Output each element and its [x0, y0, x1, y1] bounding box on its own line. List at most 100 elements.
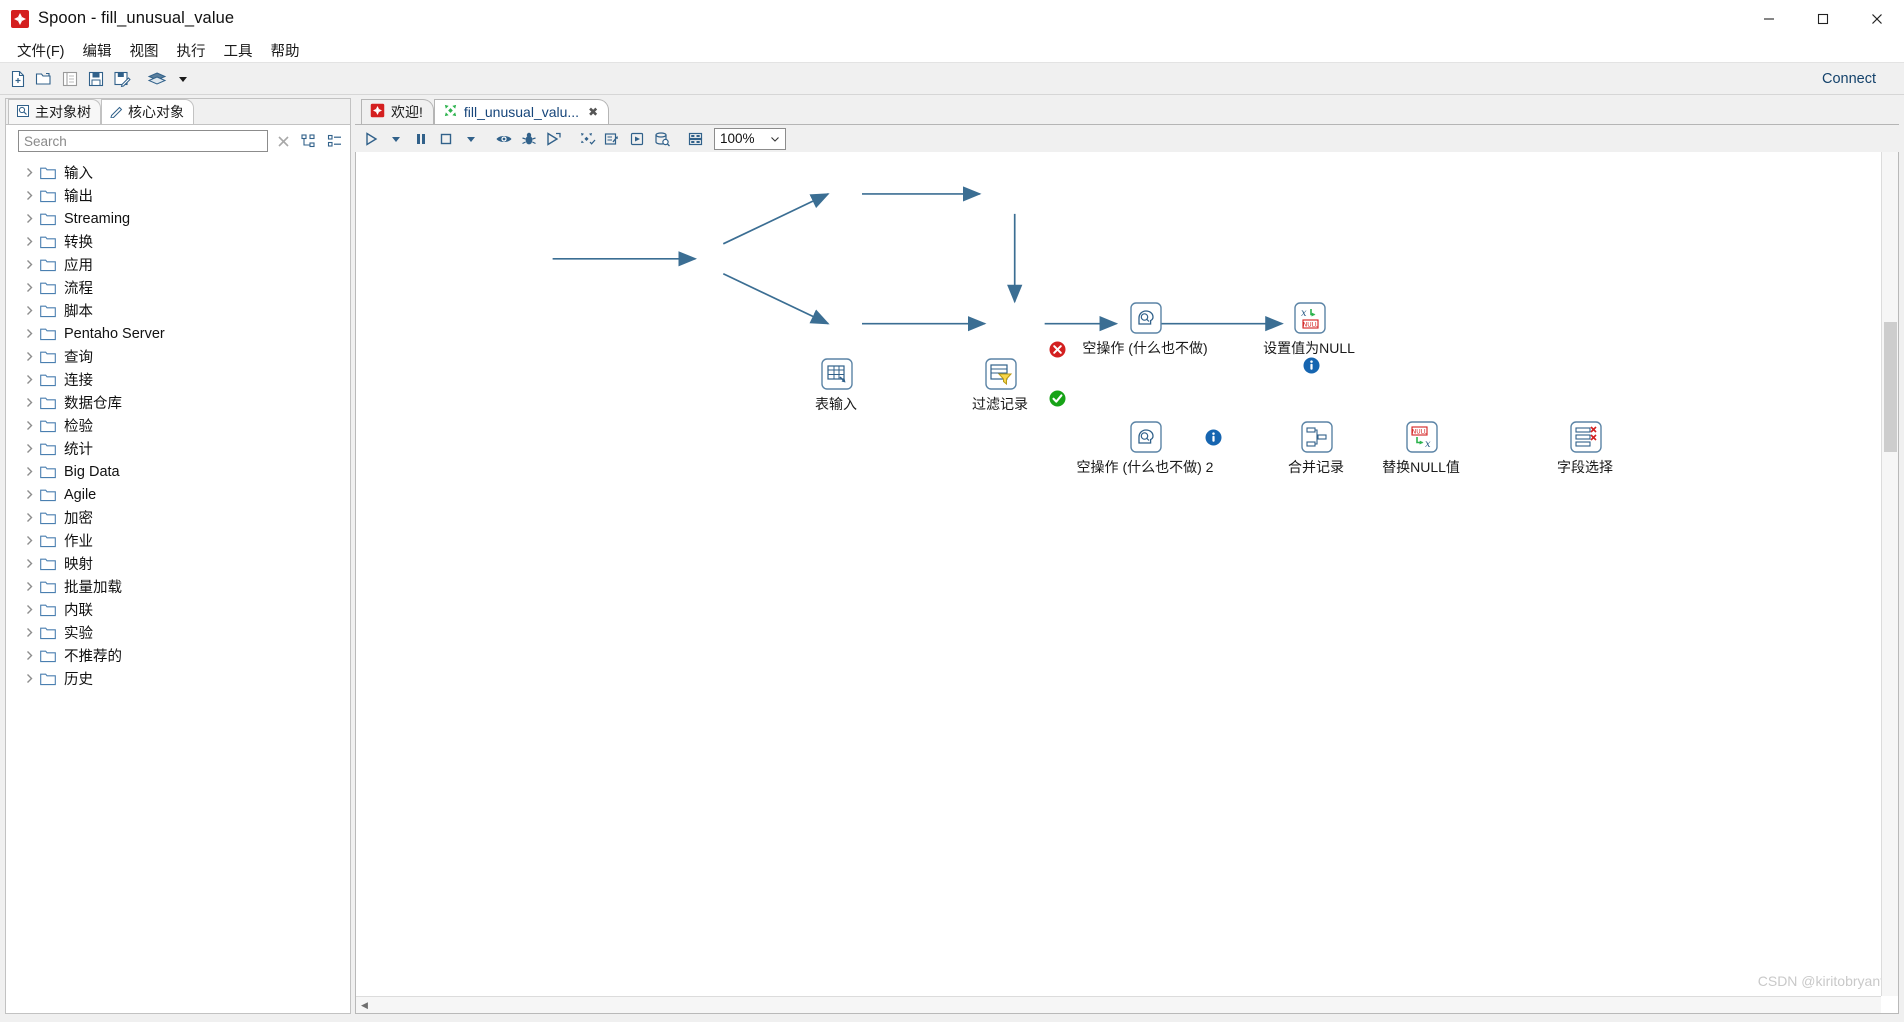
step-set-value-null[interactable]: x NULL	[1294, 302, 1326, 339]
tree-item[interactable]: Pentaho Server	[6, 322, 350, 345]
logging-icon[interactable]	[625, 127, 649, 151]
close-button[interactable]	[1850, 0, 1904, 38]
tree-item[interactable]: 连接	[6, 368, 350, 391]
chevron-right-icon[interactable]	[20, 233, 38, 251]
debug-icon[interactable]	[517, 127, 541, 151]
stop-icon[interactable]	[434, 127, 458, 151]
tab-main-object-tree[interactable]: 主对象树	[8, 99, 101, 124]
hop-badge-false[interactable]	[1049, 341, 1066, 363]
expand-all-icon[interactable]	[298, 130, 320, 152]
pause-icon[interactable]	[409, 127, 433, 151]
step-select-values[interactable]	[1570, 421, 1602, 458]
chevron-down-icon[interactable]	[170, 66, 196, 92]
tree-item[interactable]: Streaming	[6, 207, 350, 230]
save-as-icon[interactable]	[109, 66, 135, 92]
tree-item[interactable]: 批量加载	[6, 575, 350, 598]
clear-x-icon[interactable]	[272, 130, 294, 152]
tree-item[interactable]: 转换	[6, 230, 350, 253]
metrics-icon[interactable]	[600, 127, 624, 151]
chevron-right-icon[interactable]	[20, 394, 38, 412]
preview-icon[interactable]	[492, 127, 516, 151]
chevron-right-icon[interactable]	[20, 302, 38, 320]
chevron-right-icon[interactable]	[20, 371, 38, 389]
tree-item[interactable]: 输出	[6, 184, 350, 207]
tree-item[interactable]: 历史	[6, 667, 350, 690]
tree-item[interactable]: 流程	[6, 276, 350, 299]
cleanup-icon[interactable]	[575, 127, 599, 151]
chevron-right-icon[interactable]	[20, 624, 38, 642]
chevron-right-icon[interactable]	[20, 164, 38, 182]
new-file-icon[interactable]	[5, 66, 31, 92]
run-dropdown-icon[interactable]	[384, 127, 408, 151]
tree-item[interactable]: 查询	[6, 345, 350, 368]
tree-item[interactable]: 检验	[6, 414, 350, 437]
chevron-right-icon[interactable]	[20, 601, 38, 619]
scroll-left-icon[interactable]: ◀	[356, 997, 373, 1014]
tree-item[interactable]: 应用	[6, 253, 350, 276]
menu-help[interactable]: 帮助	[262, 38, 309, 63]
tree-item[interactable]: Big Data	[6, 460, 350, 483]
step-table-input[interactable]	[821, 358, 853, 395]
transformation-canvas[interactable]: 表输入 过滤记录 空操作 (什么也不做) x NULL 设置值为NULL 空操作…	[355, 152, 1899, 1014]
tree-item[interactable]: Agile	[6, 483, 350, 506]
horizontal-scrollbar[interactable]: ◀	[356, 996, 1881, 1013]
menu-edit[interactable]: 编辑	[74, 38, 121, 63]
chevron-right-icon[interactable]	[20, 670, 38, 688]
step-dummy-2[interactable]	[1130, 421, 1162, 458]
tab-welcome[interactable]: 欢迎!	[361, 99, 434, 124]
minimize-button[interactable]	[1742, 0, 1796, 38]
zoom-select[interactable]: 100%	[714, 127, 786, 150]
chevron-right-icon[interactable]	[20, 348, 38, 366]
replay-icon[interactable]	[542, 127, 566, 151]
save-icon[interactable]	[83, 66, 109, 92]
chevron-right-icon[interactable]	[20, 210, 38, 228]
tree-item[interactable]: 内联	[6, 598, 350, 621]
maximize-button[interactable]	[1796, 0, 1850, 38]
search-input[interactable]	[18, 130, 268, 152]
chevron-right-icon[interactable]	[20, 555, 38, 573]
tree-item[interactable]: 脚本	[6, 299, 350, 322]
tab-core-objects[interactable]: 核心对象	[101, 99, 194, 124]
run-icon[interactable]	[359, 127, 383, 151]
tree-item[interactable]: 不推荐的	[6, 644, 350, 667]
chevron-right-icon[interactable]	[20, 509, 38, 527]
chevron-right-icon[interactable]	[20, 486, 38, 504]
menu-run[interactable]: 执行	[168, 38, 215, 63]
chevron-right-icon[interactable]	[20, 578, 38, 596]
step-dummy-1[interactable]	[1130, 302, 1162, 339]
open-file-icon[interactable]	[31, 66, 57, 92]
explorer-icon[interactable]	[57, 66, 83, 92]
tab-transformation[interactable]: fill_unusual_valu... ✖	[433, 99, 610, 124]
menu-file[interactable]: 文件(F)	[8, 38, 74, 63]
chevron-right-icon[interactable]	[20, 440, 38, 458]
layers-icon[interactable]	[144, 66, 170, 92]
hop-badge-info-1[interactable]	[1303, 357, 1320, 379]
collapse-all-icon[interactable]	[324, 130, 346, 152]
step-filter-rows[interactable]	[985, 358, 1017, 395]
tree-item[interactable]: 实验	[6, 621, 350, 644]
chevron-right-icon[interactable]	[20, 187, 38, 205]
stop-dropdown-icon[interactable]	[459, 127, 483, 151]
chevron-right-icon[interactable]	[20, 417, 38, 435]
vertical-scrollbar[interactable]	[1881, 152, 1898, 996]
step-merge-rows[interactable]	[1301, 421, 1333, 458]
menu-view[interactable]: 视图	[121, 38, 168, 63]
inspect-data-icon[interactable]	[650, 127, 674, 151]
chevron-right-icon[interactable]	[20, 256, 38, 274]
menu-tools[interactable]: 工具	[215, 38, 262, 63]
align-grid-icon[interactable]	[683, 127, 707, 151]
hop-badge-true[interactable]	[1049, 390, 1066, 412]
close-tab-icon[interactable]: ✖	[588, 105, 598, 119]
vertical-scroll-thumb[interactable]	[1884, 322, 1897, 452]
tree-item[interactable]: 统计	[6, 437, 350, 460]
transformation-graph[interactable]	[356, 152, 1898, 1010]
step-replace-null[interactable]: NULL x	[1406, 421, 1438, 458]
chevron-right-icon[interactable]	[20, 532, 38, 550]
chevron-right-icon[interactable]	[20, 463, 38, 481]
connect-button[interactable]: Connect	[1822, 71, 1876, 87]
chevron-right-icon[interactable]	[20, 647, 38, 665]
chevron-right-icon[interactable]	[20, 325, 38, 343]
tree-item[interactable]: 作业	[6, 529, 350, 552]
tree-item[interactable]: 数据仓库	[6, 391, 350, 414]
hop-badge-info-2[interactable]	[1205, 429, 1222, 451]
